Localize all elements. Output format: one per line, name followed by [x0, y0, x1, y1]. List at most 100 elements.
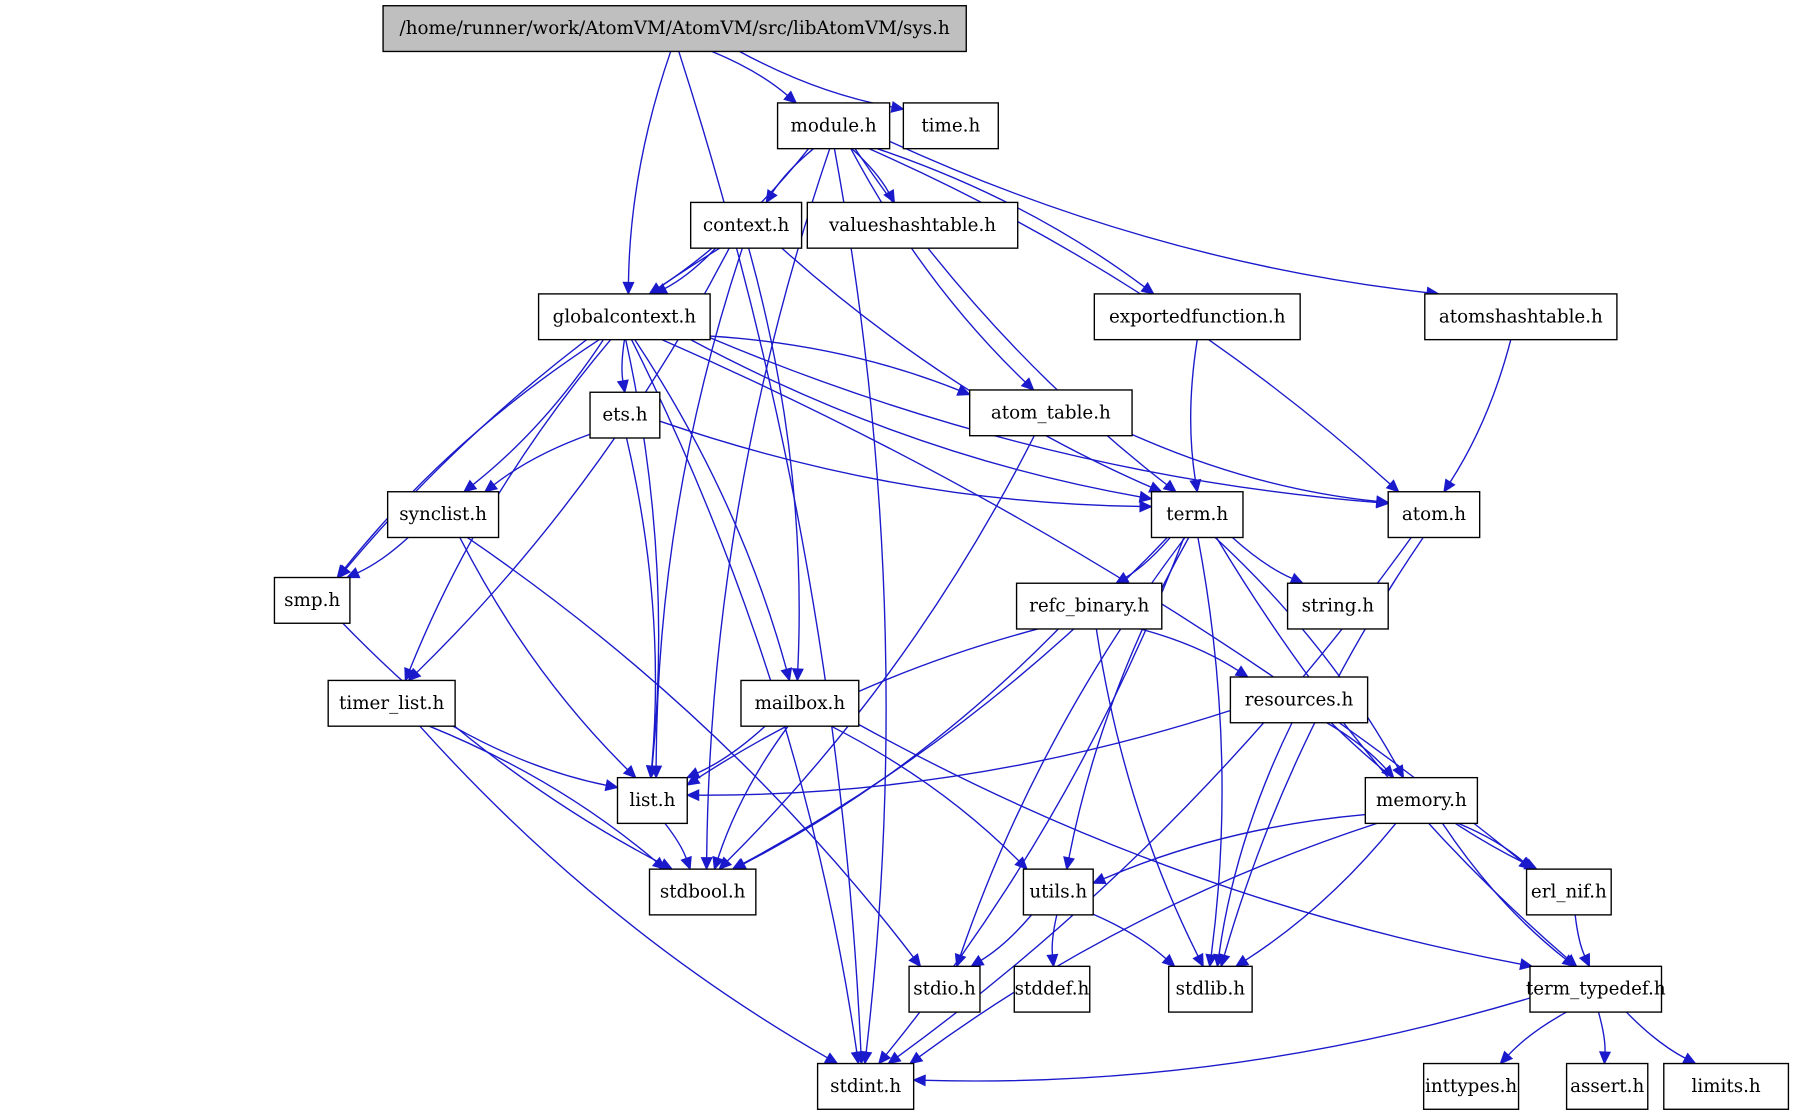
node-ets[interactable]: ets.h: [589, 391, 661, 439]
arrowhead-icon: [912, 1074, 926, 1087]
node-term[interactable]: term.h: [1150, 491, 1244, 539]
edge-term_typedef-to-inttypes: [1499, 1011, 1567, 1065]
node-stdio[interactable]: stdio.h: [908, 965, 981, 1013]
node-module[interactable]: module.h: [776, 102, 891, 150]
arrowhead-icon: [878, 1050, 892, 1065]
edge-line: [472, 339, 604, 486]
node-label: valueshashtable.h: [828, 215, 996, 236]
node-label: smp.h: [284, 590, 340, 611]
edge-globalcontext-to-synclist: [462, 339, 604, 493]
arrowhead-icon: [780, 667, 793, 682]
arrowhead-icon: [1392, 764, 1405, 779]
edge-line: [664, 822, 687, 859]
node-memory[interactable]: memory.h: [1364, 776, 1479, 825]
arrowhead-icon: [908, 1051, 924, 1065]
edge-globalcontext-to-smp: [336, 339, 600, 579]
edge-line: [1197, 537, 1223, 956]
edge-line: [452, 725, 607, 786]
node-resources[interactable]: resources.h: [1229, 676, 1369, 724]
node-assert[interactable]: assert.h: [1565, 1062, 1649, 1110]
edge-term_typedef-to-assert: [1597, 1011, 1612, 1065]
node-stddef[interactable]: stddef.h: [1013, 965, 1091, 1013]
edge-term-to-string: [1231, 536, 1305, 584]
node-atom-table[interactable]: atom_table.h: [968, 389, 1133, 437]
edge-line: [1214, 536, 1399, 769]
arrowhead-icon: [954, 953, 967, 968]
node-refc-binary[interactable]: refc_binary.h: [1015, 582, 1163, 630]
edge-line: [1507, 1011, 1567, 1056]
node-mailbox[interactable]: mailbox.h: [740, 679, 860, 727]
node-label: /home/runner/work/AtomVM/AtomVM/src/libA…: [400, 18, 950, 39]
arrowhead-icon: [1139, 500, 1153, 513]
node-smp[interactable]: smp.h: [273, 576, 351, 624]
edge-line: [1458, 822, 1524, 863]
edge-line: [1092, 913, 1167, 960]
arrowhead-icon: [1148, 481, 1163, 493]
edge-line: [634, 339, 788, 670]
node-timer-list[interactable]: timer_list.h: [327, 679, 456, 727]
edge-memory-to-utils: [1091, 813, 1366, 885]
arrowhead-icon: [604, 779, 619, 792]
node-list[interactable]: list.h: [616, 776, 688, 825]
edge-line: [830, 725, 1020, 862]
node-erl-nif[interactable]: erl_nif.h: [1525, 868, 1612, 916]
edge-synclist-to-list: [459, 537, 637, 779]
node-label: atomshashtable.h: [1439, 306, 1603, 327]
node-time[interactable]: time.h: [902, 102, 999, 150]
node-atom[interactable]: atom.h: [1387, 491, 1481, 539]
node-stdlib[interactable]: stdlib.h: [1167, 965, 1253, 1013]
edge-atomshashtable-to-atom: [1443, 339, 1512, 493]
arrowhead-icon: [462, 479, 478, 493]
edge-line: [739, 50, 893, 108]
edge-smp-to-stdbool: [342, 622, 674, 870]
node-term-typedef[interactable]: term_typedef.h: [1526, 965, 1666, 1013]
arrowhead-icon: [970, 954, 985, 968]
edge-line: [459, 537, 629, 771]
node-sys: /home/runner/work/AtomVM/AtomVM/src/libA…: [382, 5, 967, 53]
node-string[interactable]: string.h: [1286, 582, 1389, 630]
arrowhead-icon: [1443, 478, 1456, 493]
node-label: mailbox.h: [755, 693, 846, 714]
edge-line: [980, 914, 1033, 961]
edge-list-to-stdbool: [664, 822, 692, 871]
arrowhead-icon: [1063, 856, 1075, 871]
arrowhead-icon: [685, 789, 700, 802]
node-valueshashtable[interactable]: valueshashtable.h: [806, 201, 1019, 249]
node-label: limits.h: [1692, 1076, 1761, 1097]
arrowhead-icon: [1138, 490, 1153, 503]
node-context[interactable]: context.h: [689, 201, 803, 249]
edge-line: [621, 339, 626, 382]
edge-term_typedef-to-limits: [1625, 1011, 1697, 1065]
node-label: stdbool.h: [660, 881, 746, 902]
edge-ets-to-synclist: [483, 433, 591, 493]
arrowhead-icon: [483, 479, 499, 493]
node-stdint[interactable]: stdint.h: [816, 1062, 915, 1110]
edge-timer_list-to-list: [452, 725, 619, 792]
node-label: context.h: [703, 215, 790, 236]
edge-line: [726, 435, 1035, 862]
node-inttypes[interactable]: inttypes.h: [1422, 1062, 1520, 1110]
edge-mailbox-to-utils: [830, 725, 1028, 871]
edge-module-to-atom_table: [850, 148, 1035, 391]
edge-line: [1449, 339, 1512, 483]
node-globalcontext[interactable]: globalcontext.h: [537, 293, 711, 341]
edge-context-to-mailbox: [747, 247, 804, 682]
edge-line: [419, 725, 828, 1059]
edge-line: [1597, 1011, 1606, 1053]
node-label: string.h: [1302, 596, 1375, 617]
edge-line: [625, 437, 657, 767]
node-limits[interactable]: limits.h: [1663, 1062, 1790, 1110]
arrowhead-icon: [1189, 478, 1202, 494]
node-label: stdio.h: [913, 979, 976, 1000]
arrowhead-icon: [908, 953, 922, 968]
arrowhead-icon: [1162, 479, 1177, 493]
node-utils[interactable]: utils.h: [1022, 868, 1094, 916]
edge-line: [850, 148, 1026, 383]
arrowhead-icon: [622, 281, 635, 296]
node-exportedfunction[interactable]: exportedfunction.h: [1093, 293, 1301, 341]
node-synclist[interactable]: synclist.h: [386, 491, 500, 539]
node-atomshashtable[interactable]: atomshashtable.h: [1424, 293, 1618, 341]
node-label: list.h: [629, 790, 675, 811]
edge-line: [771, 148, 814, 194]
node-stdbool[interactable]: stdbool.h: [648, 868, 757, 916]
